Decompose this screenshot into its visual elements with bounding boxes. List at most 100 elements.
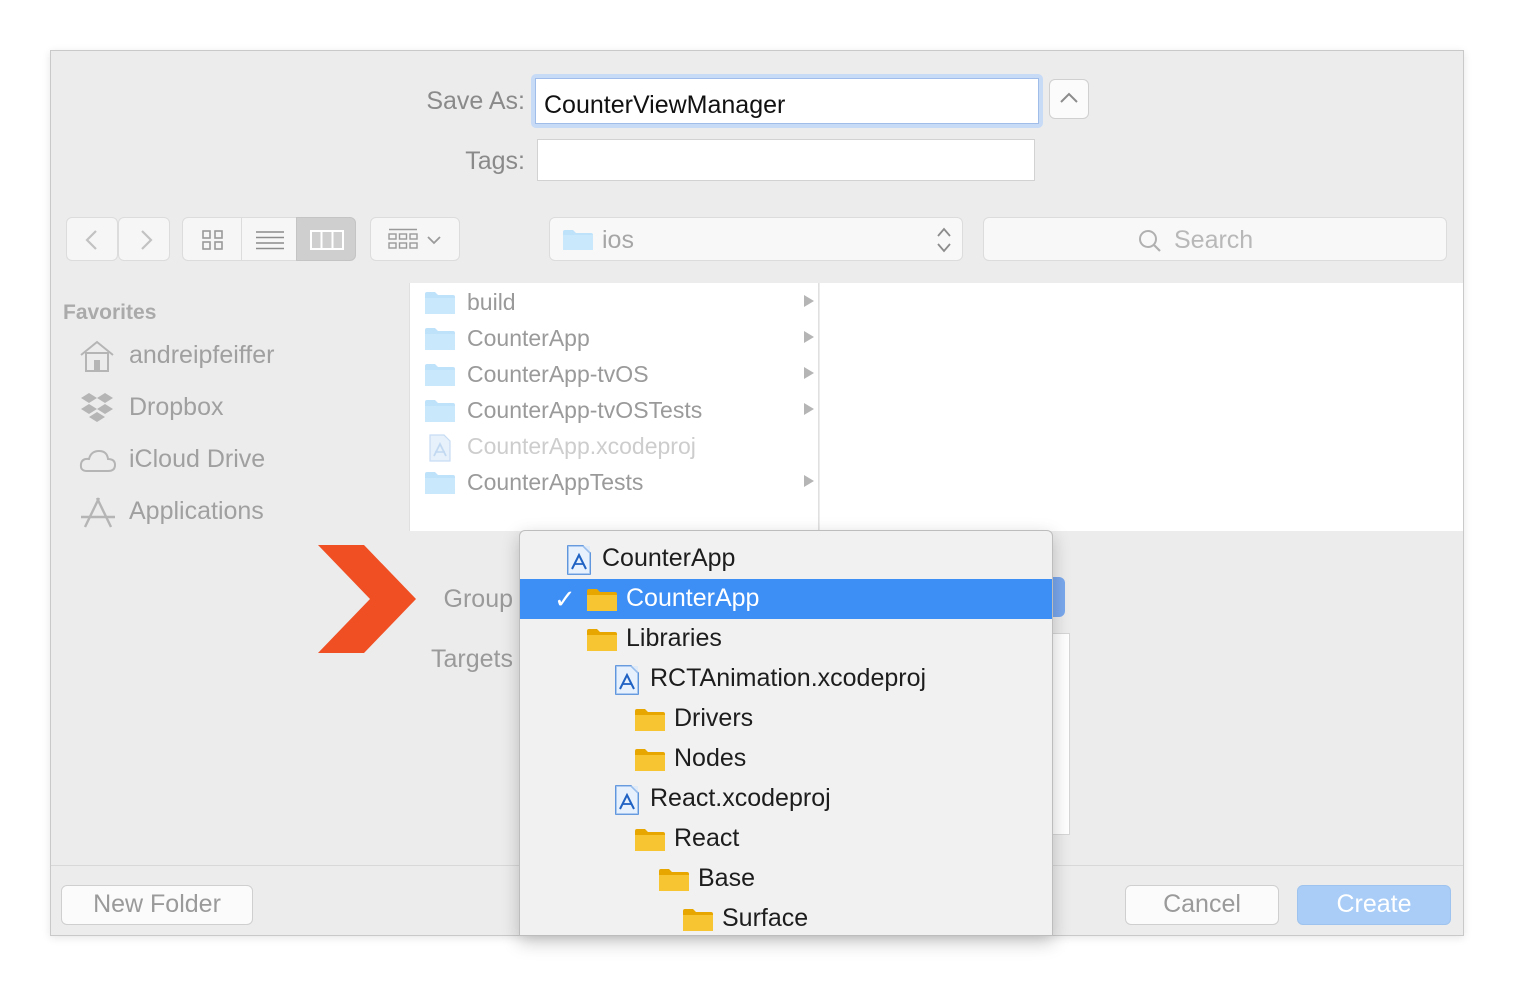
location-label: ios: [602, 226, 634, 254]
grid-icon: [202, 230, 223, 250]
menu-item-label: React.xcodeproj: [650, 784, 831, 812]
file-row-counterapptests[interactable]: CounterAppTests: [410, 465, 820, 501]
chevron-left-icon: [85, 230, 97, 250]
targets-list[interactable]: [1051, 633, 1070, 835]
sidebar: Favorites andreipfeiffer Dropbox iCloud …: [51, 283, 409, 531]
xcodeproj-icon: [567, 545, 591, 575]
chevron-up-icon: [1060, 92, 1078, 103]
chevron-right-icon: [141, 230, 153, 250]
chevron-down-icon: [427, 236, 441, 245]
columns-icon: [310, 230, 344, 250]
sidebar-item-icloud-drive[interactable]: iCloud Drive: [79, 439, 399, 483]
create-button[interactable]: Create: [1297, 885, 1451, 925]
sidebar-item-label: iCloud Drive: [129, 445, 266, 473]
preview-column: [820, 283, 1463, 531]
folder-icon: [563, 230, 593, 250]
xcodeproj-icon: [615, 785, 639, 815]
file-column: build CounterApp CounterApp-tvOS Counter…: [409, 283, 819, 531]
file-name: CounterApp.xcodeproj: [467, 433, 696, 459]
menu-item-counterapp-project[interactable]: CounterApp: [520, 539, 1052, 579]
disclosure-arrow-icon: [804, 331, 814, 343]
menu-item-react[interactable]: React: [520, 819, 1052, 859]
back-button[interactable]: [66, 217, 118, 261]
disclosure-arrow-icon: [804, 403, 814, 415]
folder-icon: [425, 364, 455, 386]
xcodeproj-icon: [429, 434, 451, 462]
up-down-arrows-icon: [937, 227, 951, 253]
menu-item-libraries[interactable]: Libraries: [520, 619, 1052, 659]
cancel-button[interactable]: Cancel: [1125, 885, 1279, 925]
file-name: CounterApp-tvOS: [467, 361, 649, 387]
menu-item-react-xcodeproj[interactable]: React.xcodeproj: [520, 779, 1052, 819]
folder-icon: [635, 709, 665, 731]
icon-view-button[interactable]: [182, 217, 242, 261]
home-icon: [80, 340, 114, 372]
sidebar-item-label: Dropbox: [129, 393, 224, 421]
folder-icon: [587, 589, 617, 611]
arrange-grid-icon: [388, 228, 418, 249]
file-row-counterapp-tvostests[interactable]: CounterApp-tvOSTests: [410, 393, 820, 429]
forward-button[interactable]: [118, 217, 170, 261]
folder-icon: [425, 400, 455, 422]
menu-item-label: RCTAnimation.xcodeproj: [650, 664, 927, 692]
file-row-counterapp[interactable]: CounterApp: [410, 321, 820, 357]
menu-item-nodes[interactable]: Nodes: [520, 739, 1052, 779]
menu-item-label: Base: [698, 864, 755, 892]
disclosure-arrow-icon: [804, 475, 814, 487]
file-name: CounterApp: [467, 325, 590, 351]
disclosure-arrow-icon: [804, 367, 814, 379]
search-placeholder: Search: [1174, 226, 1254, 254]
file-name: CounterApp-tvOSTests: [467, 397, 703, 423]
dropbox-icon: [81, 393, 113, 422]
sidebar-item-applications[interactable]: Applications: [79, 491, 399, 535]
tags-label: Tags:: [465, 147, 525, 175]
annotation-chevron-icon: [318, 545, 416, 653]
menu-item-label: CounterApp: [626, 584, 760, 612]
collapse-dialog-button[interactable]: [1049, 79, 1089, 119]
group-dropdown-menu: CounterApp ✓ CounterApp Libraries RCTAni…: [519, 530, 1053, 936]
list-view-button[interactable]: [241, 217, 297, 261]
file-row-counterapp-xcodeproj: CounterApp.xcodeproj: [410, 429, 820, 465]
file-name: build: [467, 289, 516, 315]
cloud-icon: [79, 449, 117, 472]
sidebar-item-label: andreipfeiffer: [129, 341, 275, 369]
folder-icon: [587, 629, 617, 651]
sidebar-item-label: Applications: [129, 497, 264, 525]
location-popup[interactable]: ios: [549, 217, 963, 261]
search-icon: [1139, 230, 1161, 252]
folder-icon: [635, 749, 665, 771]
menu-item-counterapp-group[interactable]: ✓ CounterApp: [520, 579, 1052, 619]
tags-field[interactable]: [537, 139, 1035, 181]
file-row-counterapp-tvos[interactable]: CounterApp-tvOS: [410, 357, 820, 393]
menu-item-label: Drivers: [674, 704, 754, 732]
folder-icon: [659, 869, 689, 891]
folder-icon: [425, 328, 455, 350]
disclosure-arrow-icon: [804, 295, 814, 307]
file-row-build[interactable]: build: [410, 285, 820, 321]
arrange-button[interactable]: [370, 217, 460, 261]
menu-item-label: Surface: [722, 904, 809, 932]
sidebar-item-home[interactable]: andreipfeiffer: [79, 335, 399, 379]
search-field[interactable]: Search: [983, 217, 1447, 261]
folder-icon: [425, 292, 455, 314]
menu-item-drivers[interactable]: Drivers: [520, 699, 1052, 739]
column-view-button[interactable]: [296, 217, 356, 261]
list-icon: [256, 231, 284, 250]
menu-item-rctanimation-xcodeproj[interactable]: RCTAnimation.xcodeproj: [520, 659, 1052, 699]
folder-icon: [425, 472, 455, 494]
menu-item-label: Libraries: [626, 624, 722, 652]
save-as-field-focus-ring: [531, 74, 1043, 128]
menu-item-label: Nodes: [674, 744, 747, 772]
folder-icon: [635, 829, 665, 851]
sidebar-item-dropbox[interactable]: Dropbox: [79, 387, 399, 431]
menu-item-base[interactable]: Base: [520, 859, 1052, 899]
menu-item-surface[interactable]: Surface: [520, 899, 1052, 935]
menu-item-label: React: [674, 824, 740, 852]
new-folder-button[interactable]: New Folder: [61, 885, 253, 925]
save-as-input[interactable]: [535, 78, 1039, 124]
applications-icon: [81, 497, 115, 528]
folder-icon: [683, 909, 713, 931]
checkmark-icon: ✓: [554, 584, 576, 614]
menu-item-label: CounterApp: [602, 544, 736, 572]
sidebar-heading-favorites: Favorites: [63, 301, 157, 324]
